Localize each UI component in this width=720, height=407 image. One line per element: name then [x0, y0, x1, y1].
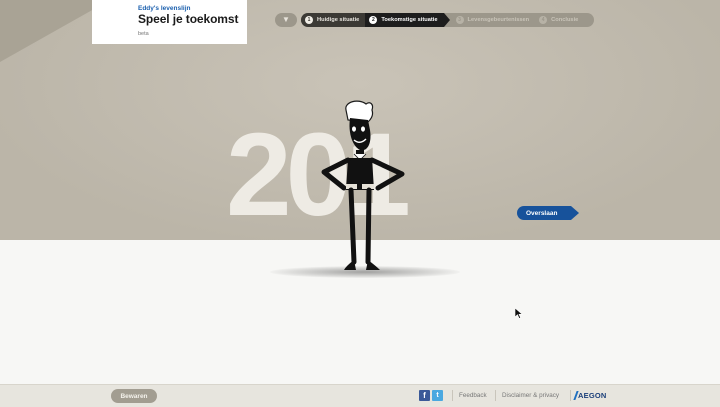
social-links: f t: [419, 390, 445, 401]
home-button[interactable]: ▼: [275, 13, 297, 27]
step-number: 1: [305, 16, 313, 24]
footer-bar: Bewaren f t Feedback Disclaimer & privac…: [0, 384, 720, 407]
save-button[interactable]: Bewaren: [111, 389, 157, 403]
app-title: Speel je toekomst: [138, 12, 239, 26]
step-conclusion[interactable]: 4 Conclusie: [535, 13, 584, 27]
app-subtitle: Eddy's levenslijn: [138, 5, 191, 12]
step-label: Huidige situatie: [317, 17, 360, 23]
step-number: 3: [455, 16, 464, 24]
step-label: Toekomstige situatie: [381, 17, 438, 23]
step-life-events[interactable]: 3 Levensgebeurtenissen: [444, 13, 536, 27]
disclaimer-link[interactable]: Disclaimer & privacy: [502, 392, 559, 399]
eddy-character: [321, 100, 405, 270]
progress-nav: ▼ 1 Huidige situatie 2 Toekomstige situa…: [275, 13, 595, 27]
footer-divider: [495, 390, 496, 401]
step-number: 2: [369, 16, 378, 24]
aegon-logo[interactable]: AEGON: [578, 391, 607, 400]
footer-divider: [570, 390, 571, 401]
footer-divider: [452, 390, 453, 401]
trophy-icon: ▼: [282, 15, 290, 24]
step-future-situation[interactable]: 2 Toekomstige situatie: [365, 13, 450, 27]
beta-badge: beta: [138, 31, 149, 37]
skip-button[interactable]: Overslaan: [517, 206, 579, 220]
steps-bar: 1 Huidige situatie 2 Toekomstige situati…: [301, 13, 595, 27]
step-label: Levensgebeurtenissen: [467, 17, 530, 23]
step-label: Conclusie: [551, 17, 579, 23]
feedback-link[interactable]: Feedback: [459, 392, 487, 399]
facebook-icon[interactable]: f: [419, 390, 430, 401]
twitter-icon[interactable]: t: [432, 390, 443, 401]
step-current-situation[interactable]: 1 Huidige situatie: [301, 13, 366, 27]
mouse-cursor-icon: [515, 308, 523, 319]
step-number: 4: [539, 16, 548, 24]
